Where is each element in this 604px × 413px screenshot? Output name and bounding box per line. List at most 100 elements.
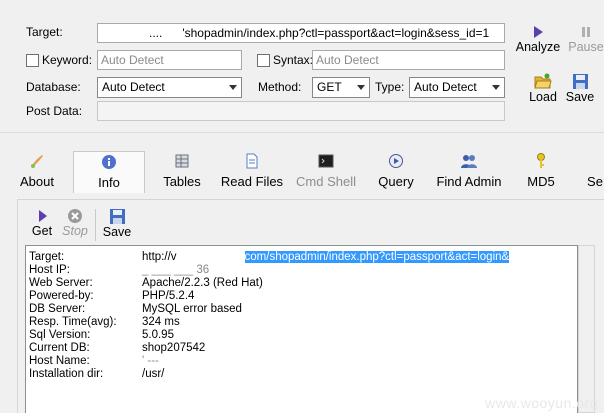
info-value-prefix: http://v [142, 251, 177, 263]
database-value: Auto Detect [102, 80, 165, 94]
get-label: Get [31, 224, 53, 238]
panel-save-button[interactable]: Save [101, 208, 133, 239]
type-label: Type: [375, 80, 405, 94]
target-label: Target: [26, 25, 63, 39]
tab-read-files[interactable]: Read Files [219, 151, 285, 193]
info-key: Target: [29, 251, 65, 263]
tab-cmd-shell[interactable]: Cmd Shell [293, 151, 359, 193]
keyword-checkbox[interactable] [26, 54, 39, 67]
info-row-host-name: Host Name: ' --- [29, 355, 159, 368]
info-row-current-db: Current DB: shop207542 [29, 342, 205, 355]
stop-button[interactable]: Stop [60, 208, 90, 238]
play-icon [534, 26, 543, 38]
postdata-label: Post Data: [26, 104, 83, 118]
info-row-web-server: Web Server: Apache/2.2.3 (Red Hat) [29, 277, 263, 290]
tab-label: Info [98, 175, 120, 190]
info-value: shop207542 [142, 342, 206, 354]
syntax-label: Syntax: [273, 53, 314, 67]
database-label: Database: [26, 80, 81, 94]
pause-label: Pause [568, 40, 604, 54]
save-button[interactable]: Save [563, 73, 597, 104]
tab-more[interactable]: Se [586, 151, 604, 193]
info-key: Installation dir: [29, 368, 104, 380]
info-key: Sql Version: [29, 329, 91, 341]
users-icon [461, 155, 477, 168]
info-key: Current DB: [29, 342, 90, 354]
play-icon [39, 210, 47, 222]
info-icon [102, 155, 116, 169]
get-button[interactable]: Get [29, 208, 55, 238]
stop-label: Stop [62, 224, 88, 238]
method-value: GET [317, 80, 342, 94]
keyword-label: Keyword: [42, 53, 93, 67]
method-label: Method: [258, 80, 302, 94]
syntax-checkbox[interactable] [257, 54, 270, 67]
folder-open-icon [534, 73, 552, 89]
stop-icon [68, 209, 82, 223]
target-input[interactable]: .... 'shopadmin/index.php?ctl=passport&ac… [97, 23, 505, 43]
info-row-target: Target: http://v com/shopadmin/index.php?… [29, 251, 510, 264]
tab-label: Tables [163, 174, 201, 189]
info-key: Powered-by: [29, 290, 94, 302]
info-value: /usr/ [142, 368, 165, 380]
tab-label: MD5 [527, 174, 555, 189]
watermark: www.wooyun.org [485, 395, 598, 411]
tab-label: Read Files [220, 174, 284, 189]
pause-icon [582, 27, 590, 37]
tab-tables[interactable]: Tables [155, 151, 209, 193]
tab-label: Find Admin [436, 174, 502, 189]
info-key: Web Server: [29, 277, 93, 289]
tab-label: Query [378, 174, 414, 189]
info-key: DB Server: [29, 303, 86, 315]
method-select[interactable]: GET [312, 77, 370, 98]
file-icon [246, 153, 258, 169]
tab-label: About [20, 174, 54, 189]
brush-icon [31, 155, 43, 168]
postdata-input[interactable] [97, 101, 505, 121]
analyze-label: Analyze [515, 40, 561, 54]
floppy-disk-icon [109, 209, 125, 224]
load-label: Load [529, 90, 557, 104]
tab-about[interactable]: About [12, 151, 62, 193]
target-value: 'shopadmin/index.php?ctl=passport&act=lo… [182, 26, 490, 40]
info-value: http://v com/shopadmin/index.php?ctl=pass… [142, 251, 510, 264]
info-value: ' --- [142, 355, 159, 367]
type-value: Auto Detect [414, 80, 477, 94]
vertical-scrollbar[interactable] [578, 245, 595, 413]
floppy-disk-icon [572, 74, 588, 89]
save-label: Save [565, 90, 595, 104]
chevron-down-icon [492, 85, 500, 90]
tab-md5[interactable]: MD5 [519, 151, 563, 193]
tab-query[interactable]: Query [372, 151, 420, 193]
table-icon [175, 154, 189, 168]
info-key: Host IP: [29, 264, 70, 276]
target-prefix: .... [149, 26, 163, 40]
info-value: 324 ms [142, 316, 180, 328]
info-row-db-server: DB Server: MySQL error based [29, 303, 242, 316]
info-value: 5.0.95 [142, 329, 174, 341]
type-select[interactable]: Auto Detect [409, 77, 505, 98]
analyze-button[interactable]: Analyze [513, 24, 563, 54]
key-icon [537, 153, 545, 168]
info-row-resp-time: Resp. Time(avg): 324 ms [29, 316, 180, 329]
info-value: Apache/2.2.3 (Red Hat) [142, 277, 263, 289]
info-row-sql-version: Sql Version: 5.0.95 [29, 329, 174, 342]
info-row-install-dir: Installation dir: /usr/ [29, 368, 164, 381]
keyword-input[interactable]: Auto Detect [97, 50, 242, 70]
info-key: Host Name: [29, 355, 90, 367]
info-row-host-ip: Host IP: _ ___ ___ 36 [29, 264, 209, 277]
database-select[interactable]: Auto Detect [97, 77, 242, 98]
panel-save-label: Save [102, 225, 132, 239]
syntax-input[interactable]: Auto Detect [312, 50, 505, 70]
query-icon [389, 154, 403, 168]
pause-button[interactable]: Pause [566, 24, 604, 54]
info-value-selected: com/shopadmin/index.php?ctl=passport&act… [244, 251, 510, 263]
tab-label: Cmd Shell [296, 174, 356, 189]
tab-find-admin[interactable]: Find Admin [432, 151, 506, 193]
info-output[interactable]: Target: http://v com/shopadmin/index.php?… [25, 245, 578, 413]
load-button[interactable]: Load [526, 73, 560, 104]
tab-label: Se [587, 174, 603, 189]
chevron-down-icon [229, 85, 237, 90]
tab-info[interactable]: Info [73, 151, 145, 193]
info-value: MySQL error based [142, 303, 242, 315]
